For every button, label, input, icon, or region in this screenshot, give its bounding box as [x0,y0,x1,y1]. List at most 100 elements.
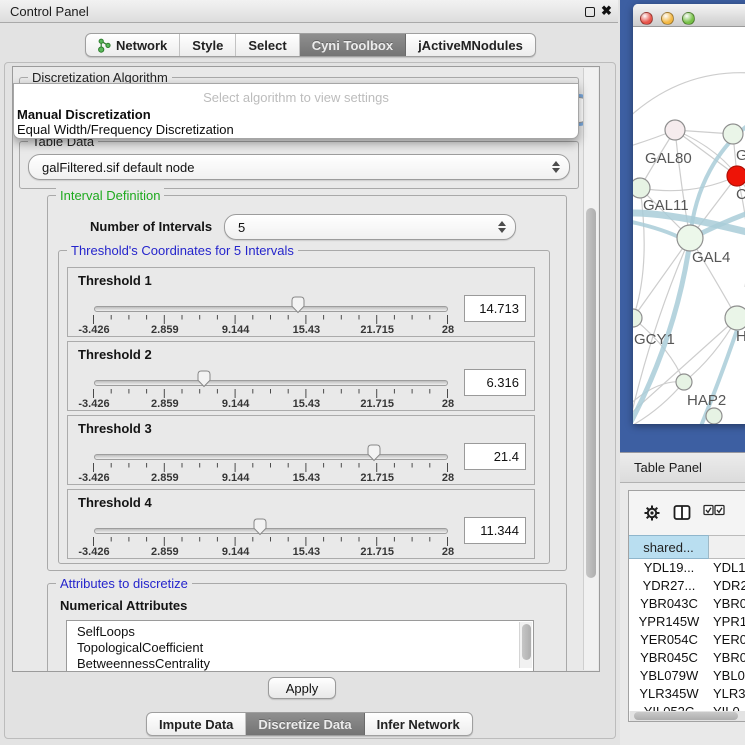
minimize-traffic-light-icon[interactable] [661,12,674,25]
cell-name[interactable]: YDR2 [709,577,745,595]
slider-track[interactable] [94,380,448,386]
threshold-value-field[interactable]: 11.344 [464,517,526,544]
cell-shared-name[interactable]: YIL052C [629,703,709,711]
slider-thumb[interactable] [290,295,306,314]
column-header-shared-name[interactable]: shared... [629,535,709,559]
table-row[interactable]: YBL079WYBL0 [629,667,745,685]
tab-cyni-toolbox[interactable]: Cyni Toolbox [300,34,406,56]
tab-label: Select [248,38,286,53]
gear-icon[interactable] [643,504,661,522]
network-node[interactable] [676,374,692,390]
network-node-label: H [736,328,745,345]
cell-shared-name[interactable]: YPR145W [629,613,709,631]
attribute-list-item[interactable]: TopologicalCoefficient [67,640,533,656]
network-node[interactable] [677,225,703,251]
cell-shared-name[interactable]: YLR345W [629,685,709,703]
threshold-value-field[interactable]: 14.713 [464,295,526,322]
attributes-list-scrollbar[interactable] [519,622,532,668]
slider-thumb[interactable] [196,369,212,388]
cell-name[interactable]: YER0 [709,631,745,649]
network-node[interactable] [727,166,745,186]
attribute-list-item[interactable]: SelfLoops [67,624,533,640]
tab-infer-network[interactable]: Infer Network [365,713,472,735]
column-checkboxes-icon[interactable] [703,504,725,516]
table-horizontal-scrollbar[interactable] [630,711,745,721]
slider-track[interactable] [94,454,448,460]
network-icon [98,38,111,53]
network-window: GAL80GACGAL11GAL4GCY1HHAP2 [633,4,745,424]
threshold-value-field[interactable]: 6.316 [464,369,526,396]
table-data-combo[interactable]: galFiltered.sif default node [28,154,570,180]
cell-name[interactable]: YLR3 [709,685,745,703]
slider-tick-label: -3.426 [69,472,119,484]
number-of-intervals-combo[interactable]: 5 [224,214,516,240]
threshold-panel-2: Threshold 2-3.4262.8599.14415.4321.71528… [67,341,535,411]
table-rows[interactable]: YDL19...YDL1YDR27...YDR2YBR043CYBR0YPR14… [629,559,745,711]
numerical-attributes-list[interactable]: SelfLoopsTopologicalCoefficientBetweenne… [66,620,534,672]
slider-track[interactable] [94,528,448,534]
close-icon[interactable]: ✖ [601,3,612,19]
slider-tick-label: -3.426 [69,546,119,558]
settings-scrollbar[interactable] [583,68,598,670]
slider-track[interactable] [94,306,448,312]
table-row[interactable]: YBR045CYBR0 [629,649,745,667]
cell-name[interactable]: YBR0 [709,649,745,667]
tab-discretize-data[interactable]: Discretize Data [246,713,364,735]
algorithm-option-equal-width[interactable]: Equal Width/Frequency Discretization [17,122,234,137]
apply-button-label: Apply [286,681,319,696]
network-node[interactable] [725,306,745,330]
cell-name[interactable]: YDL1 [709,559,745,577]
cell-shared-name[interactable]: YDR27... [629,577,709,595]
threshold-value-field[interactable]: 21.4 [464,443,526,470]
table-data-combo-value: galFiltered.sif default node [42,160,194,175]
table-row[interactable]: YDR27...YDR2 [629,577,745,595]
network-node[interactable] [723,124,743,144]
slider-tick-label: 28 [423,546,473,558]
column-header-name[interactable]: na [709,535,745,559]
zoom-traffic-light-icon[interactable] [682,12,695,25]
cell-name[interactable]: YBL0 [709,667,745,685]
table-row[interactable]: YER054CYER0 [629,631,745,649]
tab-select[interactable]: Select [236,34,299,56]
cell-name[interactable]: YBR0 [709,595,745,613]
network-canvas[interactable]: GAL80GACGAL11GAL4GCY1HHAP2 [633,27,745,424]
algorithm-option-manual[interactable]: Manual Discretization [17,107,151,122]
tab-style[interactable]: Style [180,34,236,56]
cell-shared-name[interactable]: YBL079W [629,667,709,685]
table-toolbar [629,491,745,535]
tab-impute-data[interactable]: Impute Data [147,713,246,735]
cell-shared-name[interactable]: YER054C [629,631,709,649]
table-row[interactable]: YPR145WYPR1 [629,613,745,631]
algorithm-dropdown-popup: Select algorithm to view settings Manual… [13,83,579,139]
threshold-label: Threshold 1 [78,273,152,288]
table-row[interactable]: YBR043CYBR0 [629,595,745,613]
interval-definition-group: Interval Definition Number of Intervals … [47,195,567,571]
tab-label: Style [192,38,223,53]
cell-shared-name[interactable]: YBR043C [629,595,709,613]
table-row[interactable]: YLR345WYLR3 [629,685,745,703]
slider-thumb[interactable] [366,443,382,462]
attribute-list-item[interactable]: BetweennessCentrality [67,656,533,672]
network-node[interactable] [665,120,685,140]
apply-button[interactable]: Apply [268,677,336,699]
tab-label: Impute Data [159,717,233,732]
network-node[interactable] [706,408,722,424]
split-view-icon[interactable] [673,504,691,521]
cell-name[interactable]: YIL0 [709,703,745,711]
tab-label: Network [116,38,167,53]
table-row[interactable]: YDL19...YDL1 [629,559,745,577]
slider-thumb[interactable] [252,517,268,536]
tab-jactivemnodules[interactable]: jActiveMNodules [406,34,535,56]
threshold-panel-3: Threshold 3-3.4262.8599.14415.4321.71528… [67,415,535,485]
network-node-label: HAP2 [687,392,726,409]
combo-spinner-icon [552,161,560,173]
network-node[interactable] [633,178,650,198]
cell-shared-name[interactable]: YDL19... [629,559,709,577]
cell-name[interactable]: YPR1 [709,613,745,631]
tab-network[interactable]: Network [86,34,180,56]
cell-shared-name[interactable]: YBR045C [629,649,709,667]
float-window-icon[interactable] [585,7,595,17]
close-traffic-light-icon[interactable] [640,12,653,25]
table-row[interactable]: YIL052CYIL0 [629,703,745,711]
table-panel-titlebar: Table Panel [620,452,745,483]
